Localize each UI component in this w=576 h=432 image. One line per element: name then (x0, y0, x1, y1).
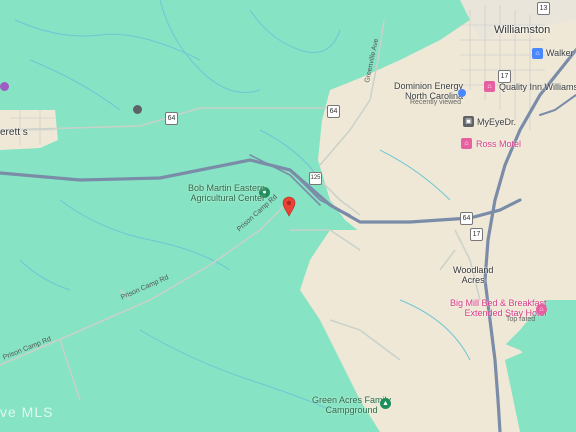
map-canvas (0, 0, 576, 432)
poi-label-myeyedr[interactable]: MyEyeDr. (477, 117, 516, 127)
location-dot-icon[interactable] (458, 89, 466, 97)
poi-note-recently-viewed: Recently viewed (410, 99, 461, 106)
route-shield-64: 64 (460, 212, 473, 225)
poi-label-ross-motel[interactable]: Ross Motel (476, 139, 521, 149)
hotel-icon[interactable]: ⌂ (536, 304, 547, 315)
stream (29, 59, 121, 111)
poi-label-walker[interactable]: Walker H (546, 48, 576, 58)
stream (19, 259, 71, 291)
poi-label-quality-inn[interactable]: Quality Inn Williamston (499, 82, 576, 92)
hotel-icon[interactable]: ⌂ (532, 48, 543, 59)
place-label-williamston[interactable]: Williamston (494, 24, 550, 37)
map-view[interactable]: 64 64 125 64 17 17 13 Prison Camp Rd Pri… (0, 0, 576, 432)
local-road (59, 339, 81, 401)
stream (159, 0, 261, 93)
poi-label-green-acres[interactable]: Green Acres Family Campground (312, 395, 391, 416)
hotel-icon[interactable]: ⌂ (461, 138, 472, 149)
place-icon[interactable] (0, 82, 9, 91)
stream (14, 19, 201, 61)
route-shield-64: 64 (165, 112, 178, 125)
route-shield-17: 17 (470, 228, 483, 241)
route-shield-64: 64 (327, 105, 340, 118)
transit-icon[interactable] (133, 105, 142, 114)
location-marker (282, 196, 296, 217)
place-label-woodland-acres[interactable]: Woodland Acres (453, 265, 493, 286)
stream (249, 9, 341, 53)
stream (139, 329, 331, 411)
stream (59, 199, 231, 271)
place-label-everetts[interactable]: erett s (0, 127, 28, 139)
hotel-icon[interactable]: ⌂ (484, 81, 495, 92)
route-shield-125: 125 (309, 172, 322, 185)
poi-label-bob-martin[interactable]: Bob Martin Eastern Agricultural Center (188, 183, 265, 204)
poi-note-top-rated: Top rated (506, 316, 536, 323)
store-icon[interactable]: ▣ (463, 116, 474, 127)
campground-icon[interactable]: ▲ (380, 398, 391, 409)
route-shield-13: 13 (537, 2, 550, 15)
watermark: ve MLS (0, 404, 54, 420)
